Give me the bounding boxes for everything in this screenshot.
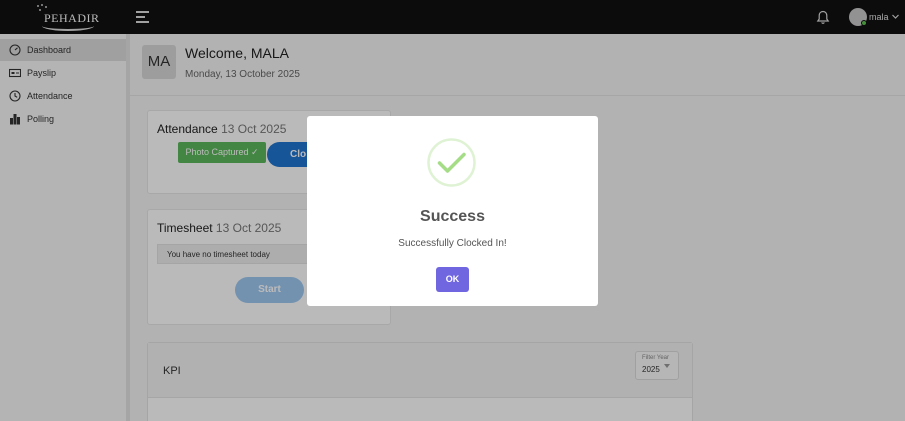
dialog-title: Success — [420, 208, 485, 225]
success-dialog: Success Successfully Clocked In! OK — [307, 116, 598, 306]
dialog-message: Successfully Clocked In! — [398, 238, 507, 249]
success-check-icon — [427, 138, 476, 187]
ok-button[interactable]: OK — [436, 267, 469, 292]
